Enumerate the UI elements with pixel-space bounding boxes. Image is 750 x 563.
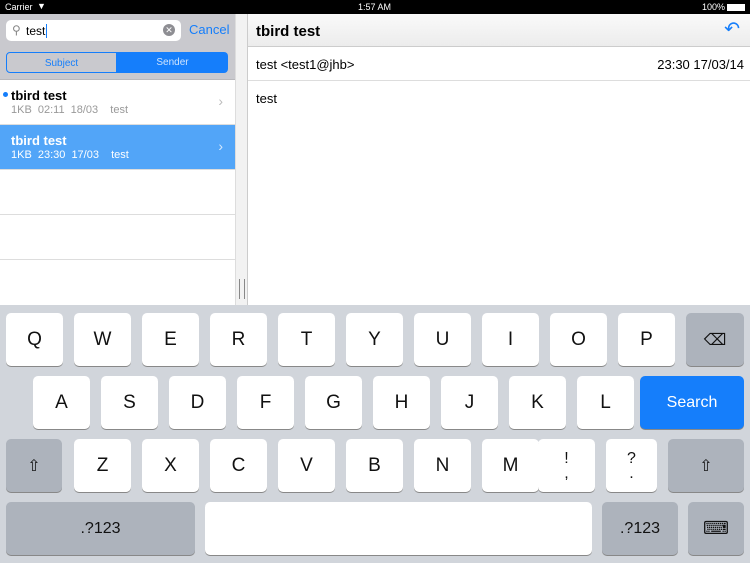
key-w[interactable]: W: [74, 313, 131, 366]
message-row-selected[interactable]: tbird test 1KB 23:30 17/03 test ›: [0, 125, 235, 170]
segment-sender[interactable]: Sender: [117, 52, 228, 73]
key-v[interactable]: V: [278, 439, 335, 492]
battery-icon: [727, 4, 745, 11]
from-address: test <test1@jhb>: [256, 57, 355, 72]
key-a[interactable]: A: [33, 376, 90, 429]
hide-keyboard-key[interactable]: ⌨: [688, 502, 744, 555]
key-s[interactable]: S: [101, 376, 158, 429]
status-bar: Carrier ▼ 1:57 AM 100%: [0, 0, 750, 14]
reply-icon[interactable]: ↶: [724, 18, 740, 41]
shift-key-right[interactable]: ⇧: [668, 439, 744, 492]
search-value: test: [26, 24, 48, 38]
shift-key-left[interactable]: ⇧: [6, 439, 62, 492]
key-l[interactable]: L: [577, 376, 634, 429]
key-p[interactable]: P: [618, 313, 675, 366]
message-row[interactable]: tbird test 1KB 02:11 18/03 test ›: [0, 80, 235, 125]
key-c[interactable]: C: [210, 439, 267, 492]
battery-percent: 100%: [702, 2, 726, 12]
key-e[interactable]: E: [142, 313, 199, 366]
message-body: test: [256, 91, 277, 106]
key-x[interactable]: X: [142, 439, 199, 492]
message-meta: 1KB 02:11 18/03 test: [11, 104, 129, 116]
key-j[interactable]: J: [441, 376, 498, 429]
backspace-key[interactable]: ⌫: [686, 313, 744, 366]
split-divider[interactable]: [235, 14, 248, 305]
key-n[interactable]: N: [414, 439, 471, 492]
key-exclaim-comma[interactable]: !,: [538, 439, 595, 492]
key-r[interactable]: R: [210, 313, 267, 366]
key-u[interactable]: U: [414, 313, 471, 366]
key-d[interactable]: D: [169, 376, 226, 429]
key-i[interactable]: I: [482, 313, 539, 366]
key-y[interactable]: Y: [346, 313, 403, 366]
key-f[interactable]: F: [237, 376, 294, 429]
detail-header: tbird test ↶: [248, 14, 750, 47]
segment-subject[interactable]: Subject: [6, 52, 117, 73]
key-g[interactable]: G: [305, 376, 362, 429]
key-m[interactable]: M: [482, 439, 539, 492]
from-row: test <test1@jhb> 23:30 17/03/14: [248, 47, 750, 81]
key-h[interactable]: H: [373, 376, 430, 429]
detail-title: tbird test: [256, 23, 321, 40]
search-icon: ⚲: [12, 23, 21, 37]
clear-icon[interactable]: ✕: [163, 24, 175, 36]
search-input[interactable]: ⚲ test ✕: [6, 20, 181, 41]
key-k[interactable]: K: [509, 376, 566, 429]
empty-row: [0, 215, 235, 260]
search-key[interactable]: Search: [640, 376, 744, 429]
message-date: 23:30 17/03/14: [657, 57, 744, 72]
key-q[interactable]: Q: [6, 313, 63, 366]
key-o[interactable]: O: [550, 313, 607, 366]
key-z[interactable]: Z: [74, 439, 131, 492]
carrier: Carrier: [5, 2, 33, 12]
message-title: tbird test: [11, 133, 67, 148]
wifi-icon: ▼: [37, 1, 46, 11]
numbers-key-left[interactable]: .?123: [6, 502, 195, 555]
cancel-button[interactable]: Cancel: [189, 22, 229, 37]
numbers-key-right[interactable]: .?123: [602, 502, 678, 555]
message-title: tbird test: [11, 88, 67, 103]
message-meta: 1KB 23:30 17/03 test: [11, 149, 129, 161]
drag-handle-icon[interactable]: [239, 279, 245, 299]
unread-dot: [3, 92, 8, 97]
space-key[interactable]: [205, 502, 592, 555]
empty-row: [0, 170, 235, 215]
chevron-right-icon: ›: [218, 93, 223, 109]
key-t[interactable]: T: [278, 313, 335, 366]
key-b[interactable]: B: [346, 439, 403, 492]
key-question-period[interactable]: ?.: [606, 439, 657, 492]
clock: 1:57 AM: [358, 2, 392, 12]
chevron-right-icon: ›: [218, 138, 223, 154]
